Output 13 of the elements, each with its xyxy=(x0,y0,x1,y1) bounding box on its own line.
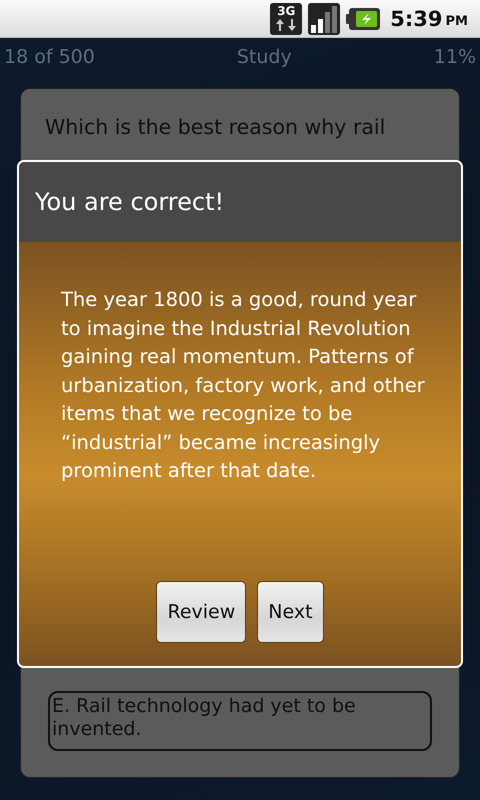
clock-time: 5:39 xyxy=(390,6,443,30)
dialog-button[interactable]: Review xyxy=(156,581,246,643)
screen-title: Study xyxy=(236,46,292,68)
progress-percent: 11% xyxy=(434,46,476,68)
question-counter: 18 of 500 xyxy=(4,46,95,68)
explanation-text: The year 1800 is a good, round year to imagine the Industrial Revolution gaining real momentum. Patterns of urbanization, factory work, and other items that we recognize to be “industrial” became increasingly prominent after that date. xyxy=(60,287,426,484)
question-text: Which is the best reason why rail xyxy=(44,114,386,141)
mobile-data-icon: 3G xyxy=(270,2,302,34)
dialog-button[interactable]: Next xyxy=(257,581,324,643)
battery-charging-icon xyxy=(346,6,380,30)
signal-icon xyxy=(308,2,340,34)
clock-meridiem: PM xyxy=(446,14,468,29)
dialog-title: You are correct! xyxy=(19,162,461,242)
